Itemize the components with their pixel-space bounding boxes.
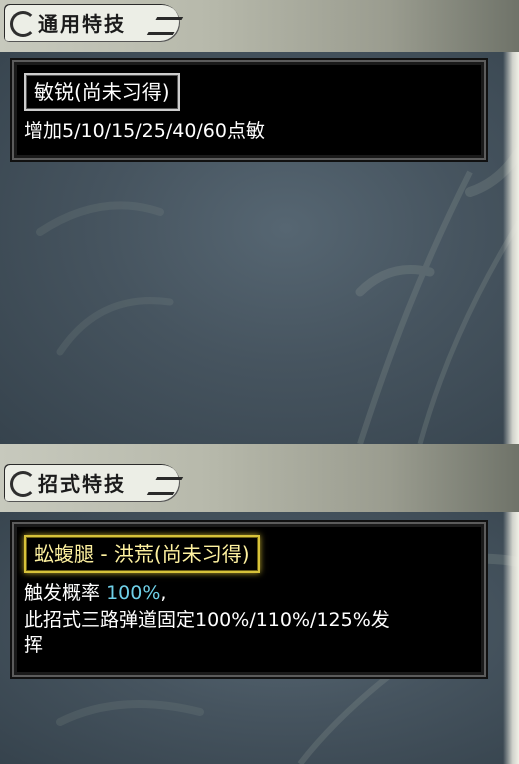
skill-trigger: 触发概率 100%, — [24, 581, 166, 606]
section-header-general: 通用特技 — [0, 0, 519, 52]
brush-stroke-icon — [146, 17, 184, 35]
skill-effect-line: 挥 — [24, 634, 44, 656]
section-title: 通用特技 — [38, 12, 126, 36]
trigger-value: 100% — [106, 582, 161, 604]
section-title-tag: 通用特技 — [4, 4, 184, 42]
skill-effect-line: 此招式三路弹道固定100%/110%/125%发 — [24, 609, 390, 631]
skill-card: 敏锐(尚未习得) 增加5/10/15/25/40/60点敏 — [14, 62, 484, 158]
skill-name[interactable]: 蚣蝮腿 - 洪荒(尚未习得) — [24, 535, 260, 573]
skill-name[interactable]: 敏锐(尚未习得) — [24, 73, 180, 111]
scroll-edge — [503, 512, 519, 764]
section-title-tag: 招式特技 — [4, 464, 184, 502]
trigger-label: 触发概率 — [24, 582, 101, 604]
skill-card: 蚣蝮腿 - 洪荒(尚未习得) 触发概率 100%, 此招式三路弹道固定100%/… — [14, 524, 484, 675]
scroll-edge — [503, 52, 519, 444]
cloud-swirl-icon — [10, 471, 36, 497]
cloud-swirl-icon — [10, 11, 36, 37]
trigger-suffix: , — [160, 582, 167, 604]
skill-description: 增加5/10/15/25/40/60点敏 — [24, 120, 265, 142]
section-title: 招式特技 — [38, 472, 126, 496]
